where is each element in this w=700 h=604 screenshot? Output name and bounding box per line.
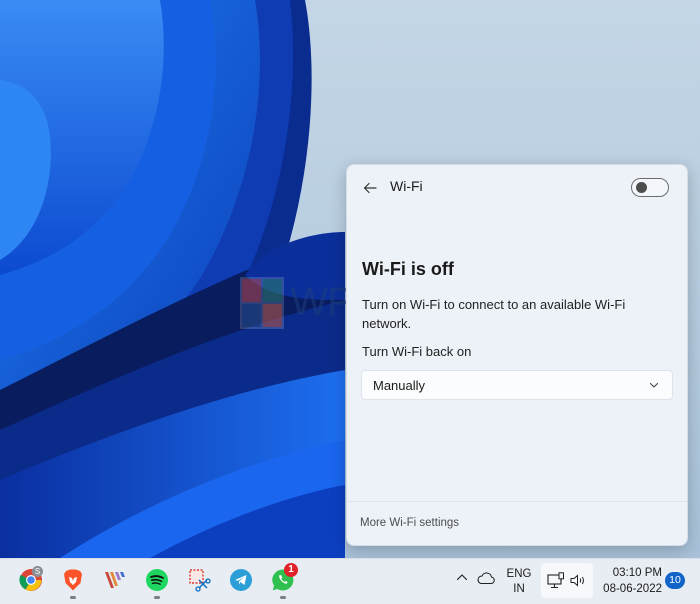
whatsapp-unread-badge: 1 xyxy=(284,563,298,577)
panel-header: Wi-Fi xyxy=(347,165,687,209)
dropdown-selected-value: Manually xyxy=(373,378,426,393)
speaker-icon xyxy=(570,574,584,587)
more-wifi-settings-link[interactable]: More Wi-Fi settings xyxy=(360,517,459,529)
chevron-down-icon xyxy=(649,382,659,388)
taskbar-app-snipping-tool[interactable] xyxy=(184,566,214,600)
notification-center-badge[interactable]: 10 xyxy=(665,572,685,589)
language-code: ENG xyxy=(506,568,532,580)
running-indicator xyxy=(70,596,76,599)
arrow-left-icon xyxy=(363,182,377,194)
running-indicator xyxy=(280,596,286,599)
turn-back-on-dropdown[interactable]: Manually xyxy=(361,370,673,400)
telegram-icon xyxy=(230,569,252,591)
spotify-icon xyxy=(146,569,168,591)
clock-time: 03:10 PM xyxy=(612,567,662,579)
panel-footer: More Wi-Fi settings xyxy=(347,501,687,545)
clock[interactable]: 03:10 PM 08-06-2022 xyxy=(598,565,662,597)
panel-title: Wi-Fi xyxy=(390,178,423,194)
back-button[interactable] xyxy=(359,177,381,199)
wifi-flyout-panel: Wi-Fi Wi-Fi is off Turn on Wi-Fi to conn… xyxy=(346,164,688,546)
watermark-logo xyxy=(240,276,285,329)
wifi-off-description: Turn on Wi-Fi to connect to an available… xyxy=(362,297,626,331)
chevron-up-icon[interactable] xyxy=(455,570,469,584)
onedrive-icon[interactable] xyxy=(476,571,496,585)
taskbar-app-brave[interactable] xyxy=(58,566,88,600)
brave-icon xyxy=(64,569,82,591)
clock-date: 08-06-2022 xyxy=(603,583,662,595)
toggle-knob xyxy=(636,182,647,193)
taskbar-app-pinta[interactable] xyxy=(100,566,130,600)
taskbar-app-telegram[interactable] xyxy=(226,566,256,600)
running-indicator xyxy=(154,596,160,599)
pinta-icon xyxy=(105,572,125,588)
taskbar-app-chrome[interactable]: S xyxy=(16,566,46,600)
ethernet-icon xyxy=(547,572,564,589)
chrome-profile-badge: S xyxy=(32,566,43,577)
turn-back-on-label: Turn Wi-Fi back on xyxy=(362,344,472,359)
wifi-off-heading: Wi-Fi is off xyxy=(362,259,454,279)
taskbar-app-spotify[interactable] xyxy=(142,566,172,600)
quick-settings-button[interactable] xyxy=(541,563,593,598)
language-indicator[interactable]: ENG IN xyxy=(503,567,535,597)
snipping-tool-icon xyxy=(189,569,211,592)
wifi-toggle[interactable] xyxy=(631,178,669,197)
region-code: IN xyxy=(513,583,525,595)
taskbar-app-whatsapp[interactable]: 1 xyxy=(268,563,298,600)
